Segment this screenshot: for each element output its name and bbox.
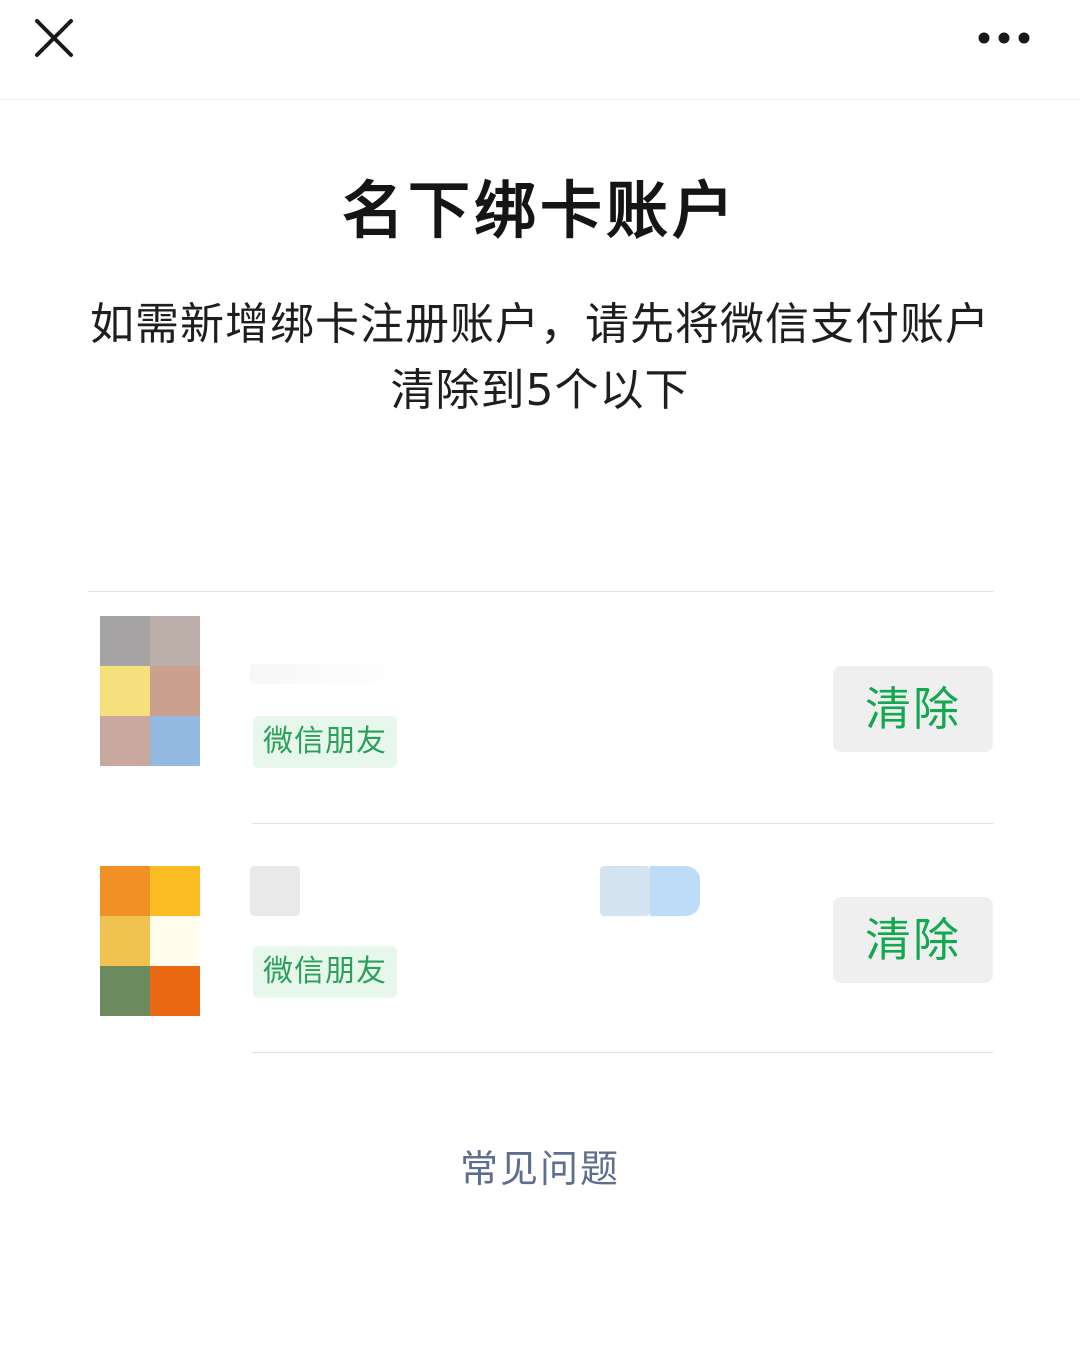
- faq-link[interactable]: 常见问题: [0, 1138, 1080, 1193]
- page-title: 名下绑卡账户: [341, 174, 738, 247]
- more-horizontal-icon: [978, 32, 1030, 44]
- clear-button[interactable]: 清除: [833, 666, 993, 752]
- clear-button[interactable]: 清除: [833, 897, 993, 983]
- top-nav-bar: [0, 0, 1080, 100]
- avatar-pixel: [150, 616, 200, 666]
- account-tag: 微信朋友: [253, 716, 397, 768]
- avatar-pixel: [100, 666, 150, 716]
- close-icon: [35, 19, 73, 57]
- avatar-pixel: [150, 716, 200, 766]
- account-name-blurred: [250, 866, 300, 916]
- account-row: 微信朋友 清除: [88, 592, 994, 822]
- avatar: [100, 616, 200, 766]
- avatar-pixel: [100, 616, 150, 666]
- avatar-pixel: [150, 666, 200, 716]
- close-button[interactable]: [28, 12, 80, 64]
- avatar-pixel: [100, 866, 150, 916]
- avatar-pixel: [150, 916, 200, 966]
- account-name-blurred: [250, 664, 410, 684]
- more-button[interactable]: [968, 14, 1040, 62]
- avatar-pixel: [100, 716, 150, 766]
- account-tag: 微信朋友: [253, 946, 397, 998]
- avatar-pixel: [150, 866, 200, 916]
- avatar-pixel: [100, 966, 150, 1016]
- avatar-pixel: [150, 966, 200, 1016]
- avatar: [100, 866, 200, 1016]
- page: 名下绑卡账户 如需新增绑卡注册账户，请先将微信支付账户清除到5个以下 微信朋友 …: [0, 0, 1080, 1349]
- avatar-pixel: [100, 916, 150, 966]
- page-description: 如需新增绑卡注册账户，请先将微信支付账户清除到5个以下: [90, 299, 990, 416]
- account-name-blurred: [600, 866, 650, 916]
- account-row: 微信朋友 清除: [88, 824, 994, 1054]
- account-name-blurred: [650, 866, 700, 916]
